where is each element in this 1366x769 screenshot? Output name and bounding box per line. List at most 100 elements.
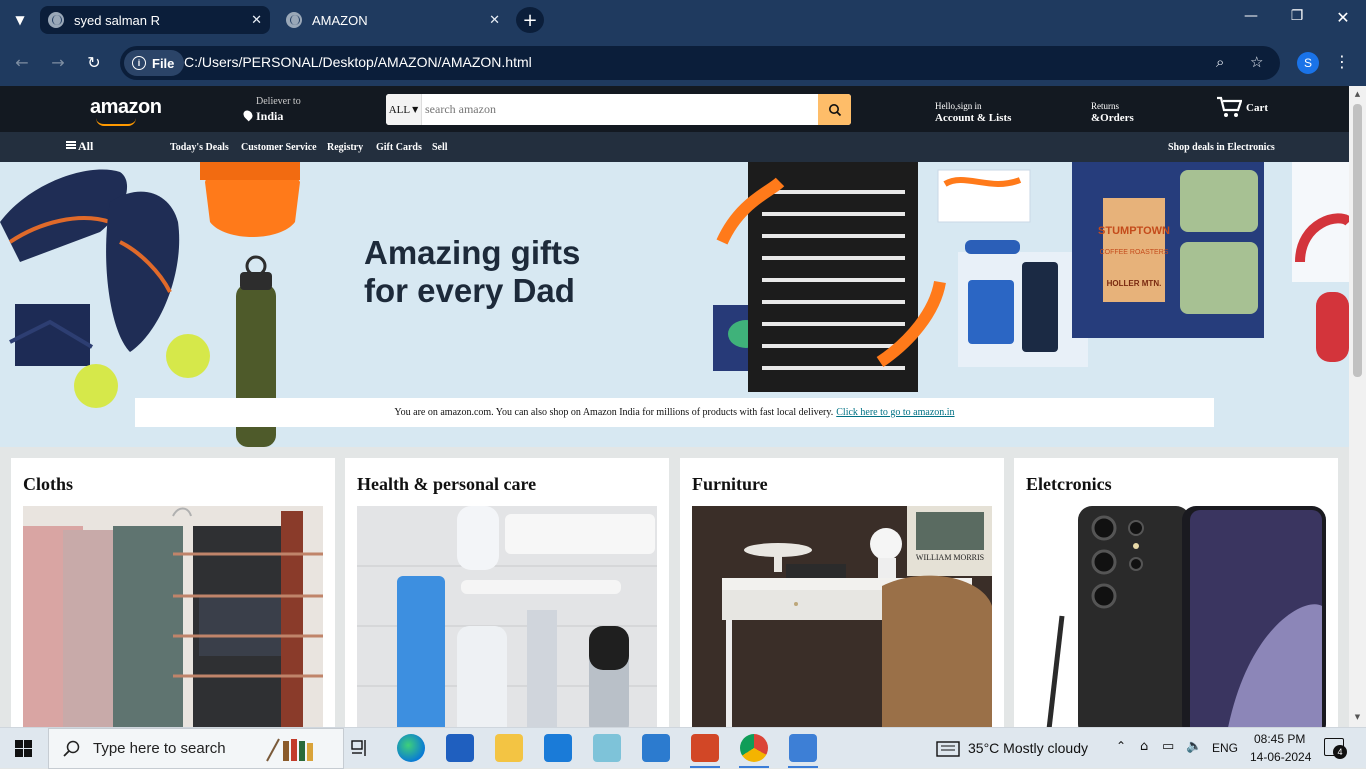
deliver-to[interactable]: Deliever to India xyxy=(241,96,301,125)
browser-menu-icon[interactable]: ⋮ xyxy=(1334,52,1350,71)
coffee-brand: STUMPTOWN xyxy=(1098,225,1170,237)
hero-banner[interactable]: STUMPTOWN COFFEE ROASTERS HOLLER MTN. Am… xyxy=(0,162,1349,447)
account-greeting: Hello,sign in xyxy=(935,101,982,111)
electronics-image[interactable] xyxy=(1026,506,1326,727)
photos-icon[interactable] xyxy=(789,734,817,762)
card-title: Furniture xyxy=(692,474,768,494)
orders-label: &Orders xyxy=(1091,112,1134,124)
subnav-customer-service[interactable]: Customer Service xyxy=(241,142,317,153)
restore-button[interactable]: ❐ xyxy=(1285,8,1309,24)
show-hidden-icons-icon[interactable]: ⌃ xyxy=(1116,739,1126,753)
category-cards: Cloths Health & personal care Furniture … xyxy=(0,458,1349,727)
app-icon[interactable] xyxy=(593,734,621,762)
edge-icon[interactable] xyxy=(397,734,425,762)
back-button[interactable]: ← xyxy=(11,52,33,74)
hero-headline: Amazing gifts for every Dad xyxy=(364,234,624,310)
scrollbar-thumb[interactable] xyxy=(1353,104,1362,377)
reload-button[interactable]: ↻ xyxy=(83,52,105,74)
new-tab-button[interactable]: + xyxy=(516,7,544,33)
weather-text[interactable]: 35°C Mostly cloudy xyxy=(968,740,1088,756)
tab-title: syed salman R xyxy=(74,12,160,28)
card-cloths[interactable]: Cloths xyxy=(11,458,335,727)
taskbar-search[interactable]: Type here to search xyxy=(48,728,344,769)
battery-icon[interactable]: ▭ xyxy=(1162,739,1174,754)
browser-tab-bar: ▼ syed salman R ✕ AMAZON ✕ + — ❐ ✕ xyxy=(0,0,1366,40)
amazon-in-link[interactable]: Click here to go to amazon.in xyxy=(836,407,954,418)
notification-count: 4 xyxy=(1333,745,1347,759)
location-pin-icon xyxy=(241,108,255,122)
coffee-variant: HOLLER MTN. xyxy=(1107,279,1162,288)
search-highlights-icon xyxy=(263,735,335,763)
search-category-select[interactable]: ALL ▼ xyxy=(386,94,422,125)
poster-text: WILLIAM MORRIS xyxy=(916,553,984,562)
profile-avatar[interactable]: S xyxy=(1297,52,1319,74)
search-icon xyxy=(63,740,80,757)
globe-icon xyxy=(48,12,64,28)
clock-date[interactable]: 14-06-2024 xyxy=(1250,750,1311,764)
site-info-chip[interactable]: i File xyxy=(124,50,185,76)
address-bar[interactable]: i File C:/Users/PERSONAL/Desktop/AMAZON/… xyxy=(120,46,1280,80)
tab-search-chevron-icon[interactable]: ▼ xyxy=(8,8,32,32)
powerpoint-icon[interactable] xyxy=(691,734,719,762)
minimize-button[interactable]: — xyxy=(1239,8,1263,24)
subnav-gift-cards[interactable]: Gift Cards xyxy=(376,142,422,153)
language-indicator[interactable]: ENG xyxy=(1212,741,1238,755)
notification-icon[interactable]: 4 xyxy=(1324,738,1347,759)
page-viewport: amazon Deliever to India ALL▼ Hello,sign… xyxy=(0,86,1349,727)
health-image[interactable] xyxy=(357,506,657,727)
cart-button[interactable]: Cart xyxy=(1216,96,1268,118)
scroll-down-icon[interactable]: ▼ xyxy=(1353,713,1362,721)
account-lists[interactable]: Hello,sign in Account & Lists xyxy=(935,100,1011,124)
subnav-registry[interactable]: Registry xyxy=(327,142,363,153)
subnav-sell[interactable]: Sell xyxy=(432,142,448,153)
card-health-personal-care[interactable]: Health & personal care xyxy=(345,458,669,727)
tab-close-icon[interactable]: ✕ xyxy=(251,13,262,28)
amazon-logo[interactable]: amazon xyxy=(90,96,162,119)
clock-time[interactable]: 08:45 PM xyxy=(1254,732,1305,746)
url-text[interactable]: C:/Users/PERSONAL/Desktop/AMAZON/AMAZON.… xyxy=(184,54,532,70)
shop-electronics-link[interactable]: Shop deals in Electronics xyxy=(1168,142,1275,153)
cart-icon xyxy=(1217,96,1242,117)
all-label: All xyxy=(78,139,94,153)
vscode-icon[interactable] xyxy=(642,734,670,762)
coffee-sub: COFFEE ROASTERS xyxy=(1100,249,1169,256)
weather-icon[interactable] xyxy=(936,741,960,757)
card-furniture[interactable]: Furniture WILLIAM MORRIS xyxy=(680,458,1004,727)
tab-amazon[interactable]: AMAZON ✕ xyxy=(278,6,508,34)
cloths-image[interactable] xyxy=(23,506,323,727)
region-notice: You are on amazon.com. You can also shop… xyxy=(135,398,1214,427)
amazon-logo-smile xyxy=(96,118,136,126)
chrome-icon[interactable] xyxy=(740,734,768,762)
tab-syed-salman[interactable]: syed salman R ✕ xyxy=(40,6,270,34)
notice-text: You are on amazon.com. You can also shop… xyxy=(394,407,834,418)
info-icon: i xyxy=(132,56,146,70)
scroll-up-icon[interactable]: ▲ xyxy=(1353,90,1362,98)
file-explorer-icon[interactable] xyxy=(495,734,523,762)
card-title: Cloths xyxy=(23,474,74,494)
mail-icon[interactable] xyxy=(544,734,572,762)
tab-title: AMAZON xyxy=(312,12,368,28)
chevron-down-icon: ▼ xyxy=(412,105,419,114)
browser-toolbar: ← → ↻ i File C:/Users/PERSONAL/Desktop/A… xyxy=(0,40,1366,86)
microsoft-store-icon[interactable] xyxy=(446,734,474,762)
forward-button[interactable]: → xyxy=(47,52,69,74)
windows-start-icon[interactable] xyxy=(15,740,32,757)
search-button[interactable] xyxy=(818,94,851,125)
subnav-todays-deals[interactable]: Today's Deals xyxy=(170,142,229,153)
task-view-icon[interactable] xyxy=(351,740,369,756)
hero-headline-line1: Amazing gifts xyxy=(364,234,581,271)
card-electronics[interactable]: Eletcronics xyxy=(1014,458,1338,727)
furniture-image[interactable]: WILLIAM MORRIS xyxy=(692,506,992,727)
page-scrollbar[interactable]: ▲ ▼ xyxy=(1349,86,1366,727)
bookmark-star-icon[interactable]: ☆ xyxy=(1250,53,1263,71)
volume-icon[interactable]: 🔈 xyxy=(1186,739,1202,754)
all-menu-button[interactable]: All xyxy=(66,139,93,154)
tab-close-icon[interactable]: ✕ xyxy=(489,13,500,28)
globe-icon xyxy=(286,12,302,28)
returns-orders[interactable]: Returns &Orders xyxy=(1091,100,1134,124)
search-input[interactable] xyxy=(424,94,814,125)
zoom-icon[interactable]: ⌕ xyxy=(1216,53,1224,71)
network-icon[interactable]: ⌂ xyxy=(1140,739,1148,754)
close-window-button[interactable]: ✕ xyxy=(1331,8,1355,27)
deliver-label: Deliever to xyxy=(256,96,301,107)
